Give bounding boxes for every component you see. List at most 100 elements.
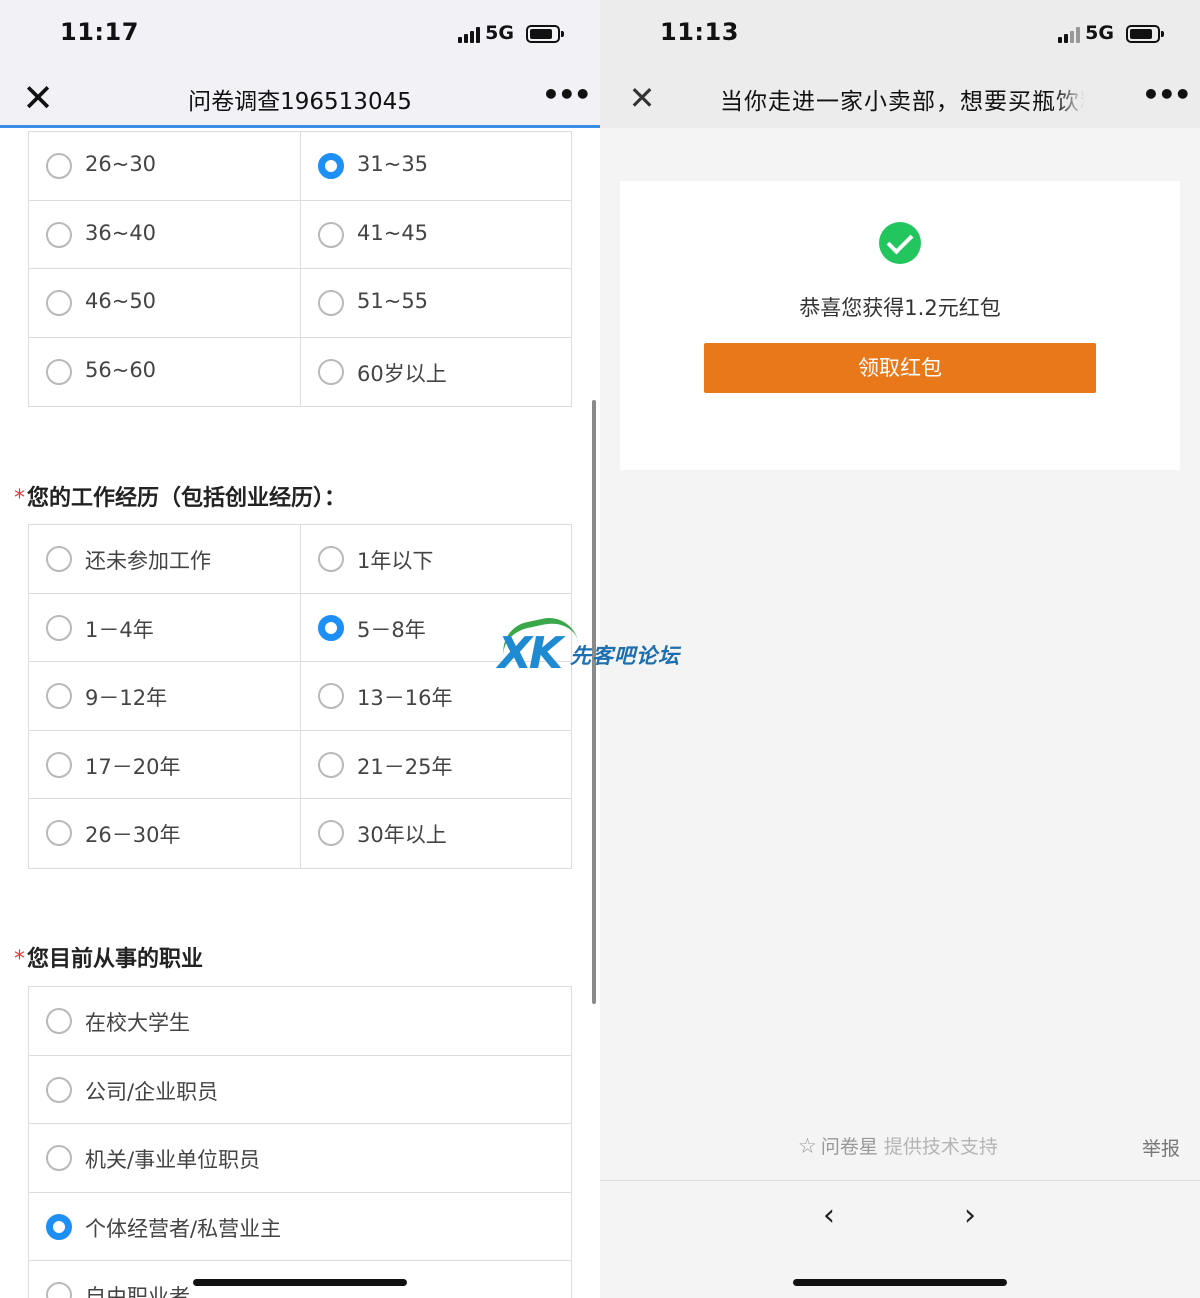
option-label: 21－25年: [357, 754, 453, 779]
radio-unchecked-icon[interactable]: [46, 683, 72, 709]
option-label: 5－8年: [357, 617, 426, 642]
radio-checked-icon[interactable]: [46, 1213, 72, 1240]
forward-arrow-icon[interactable]: ›: [950, 1196, 990, 1236]
back-arrow-icon[interactable]: ‹: [809, 1196, 849, 1236]
radio-option[interactable]: 在校大学生: [29, 987, 571, 1056]
radio-unchecked-icon[interactable]: [318, 290, 344, 316]
page-title: 当你走进一家小卖部，想要买瓶饮料: [720, 82, 1085, 116]
radio-option[interactable]: 17－20年: [29, 731, 300, 799]
radio-option[interactable]: 26－30年: [29, 799, 300, 868]
radio-unchecked-icon[interactable]: [318, 751, 344, 778]
radio-option[interactable]: 30年以上: [300, 799, 571, 868]
nav-bar: ✕ 当你走进一家小卖部，想要买瓶饮料 •••: [600, 68, 1200, 128]
brand-credit[interactable]: ☆ 问卷星 提供技术支持: [798, 1132, 998, 1159]
status-bar: 11:13 5G: [600, 0, 1200, 68]
status-bar: 11:17 5G: [0, 0, 600, 68]
age-option-grid: 26~30 31~35 36~40 41~45 46~50 51~55 56~60 60岁以上: [28, 131, 572, 407]
radio-unchecked-icon[interactable]: [46, 751, 72, 778]
required-mark: *: [14, 486, 25, 511]
page-title-text: 当你走进一家小卖部，想要买瓶饮料: [720, 89, 1085, 115]
close-icon[interactable]: ✕: [18, 78, 58, 118]
radio-checked-icon[interactable]: [318, 614, 344, 641]
radio-unchecked-icon[interactable]: [318, 221, 344, 248]
nav-bar: ✕ 问卷调查196513045 •••: [0, 68, 600, 128]
status-time: 11:17: [60, 18, 139, 46]
star-icon: ☆: [798, 1134, 817, 1158]
radio-option[interactable]: 机关/事业单位职员: [29, 1124, 571, 1193]
option-label: 30年以上: [357, 823, 447, 847]
radio-unchecked-icon[interactable]: [318, 683, 344, 709]
claim-red-packet-button[interactable]: 领取红包: [704, 343, 1096, 393]
signal-icon: [1058, 27, 1086, 43]
more-icon[interactable]: •••: [1142, 78, 1192, 118]
option-label: 17－20年: [85, 754, 181, 779]
radio-unchecked-icon[interactable]: [46, 614, 72, 641]
radio-unchecked-icon[interactable]: [46, 1008, 72, 1034]
option-label: 46~50: [85, 289, 157, 313]
radio-unchecked-icon[interactable]: [46, 820, 72, 846]
question-text: 您的工作经历（包括创业经历）：: [27, 486, 347, 511]
radio-option[interactable]: 21－25年: [300, 730, 571, 799]
option-label: 31~35: [357, 152, 429, 176]
question-title-job: *您目前从事的职业: [14, 941, 203, 973]
radio-option[interactable]: 46~50: [29, 269, 300, 338]
option-label: 9－12年: [85, 686, 168, 710]
report-link[interactable]: 举报: [1142, 1134, 1180, 1161]
network-label: 5G: [1085, 22, 1114, 44]
option-label: 60岁以上: [357, 361, 447, 386]
support-text: 提供技术支持: [883, 1136, 998, 1158]
more-icon[interactable]: •••: [542, 78, 592, 118]
radio-option[interactable]: 56~60: [29, 338, 300, 407]
radio-unchecked-icon[interactable]: [46, 1282, 72, 1298]
radio-option[interactable]: 1年以下: [300, 525, 571, 594]
watermark-logo: XK 先客吧论坛: [497, 612, 708, 680]
radio-option[interactable]: 公司/企业职员: [29, 1056, 571, 1124]
job-option-list: 在校大学生公司/企业职员机关/事业单位职员个体经营者/私营业主自由职业者: [28, 986, 572, 1298]
option-label: 26－30年: [85, 823, 181, 847]
option-label: 还未参加工作: [85, 549, 211, 573]
signal-icon: [458, 27, 486, 43]
radio-unchecked-icon[interactable]: [46, 358, 72, 385]
option-label: 在校大学生: [85, 1011, 190, 1035]
scrollbar[interactable]: [592, 400, 596, 1004]
radio-unchecked-icon[interactable]: [318, 358, 344, 385]
radio-option[interactable]: 个体经营者/私营业主: [29, 1193, 571, 1261]
option-label: 个体经营者/私营业主: [85, 1216, 282, 1241]
radio-checked-icon[interactable]: [318, 153, 344, 179]
radio-option[interactable]: 还未参加工作: [29, 525, 300, 594]
radio-option[interactable]: 26~30: [29, 132, 300, 201]
required-mark: *: [14, 947, 25, 972]
radio-option[interactable]: 31~35: [300, 132, 571, 201]
close-icon[interactable]: ✕: [622, 78, 662, 118]
radio-option[interactable]: 1－4年: [29, 594, 300, 662]
radio-unchecked-icon[interactable]: [46, 1076, 72, 1103]
question-title-work: *您的工作经历（包括创业经历）：: [14, 480, 346, 512]
question-text: 您目前从事的职业: [27, 947, 204, 972]
radio-unchecked-icon[interactable]: [318, 820, 344, 846]
radio-option[interactable]: 41~45: [300, 200, 571, 269]
radio-unchecked-icon[interactable]: [46, 221, 72, 248]
radio-unchecked-icon[interactable]: [46, 546, 72, 572]
battery-icon: [526, 25, 564, 43]
radio-unchecked-icon[interactable]: [46, 1145, 72, 1171]
radio-option[interactable]: 51~55: [300, 269, 571, 338]
success-check-icon: [879, 222, 921, 264]
battery-icon: [1126, 25, 1164, 43]
option-label: 36~40: [85, 220, 157, 245]
radio-unchecked-icon[interactable]: [46, 290, 72, 316]
radio-option[interactable]: 9－12年: [29, 662, 300, 731]
radio-unchecked-icon[interactable]: [46, 153, 72, 179]
reward-message: 恭喜您获得1.2元红包: [799, 296, 1001, 320]
home-indicator: [193, 1279, 407, 1286]
brand-name: 问卷星: [820, 1136, 878, 1158]
footer: ☆ 问卷星 提供技术支持 举报: [600, 1120, 1200, 1172]
radio-option[interactable]: 60岁以上: [300, 337, 571, 406]
option-label: 51~55: [357, 289, 429, 313]
option-label: 公司/企业职员: [85, 1079, 219, 1104]
watermark-logo-mark: XK: [498, 628, 563, 679]
radio-unchecked-icon[interactable]: [318, 546, 344, 572]
option-label: 1年以下: [357, 549, 434, 573]
radio-option[interactable]: 36~40: [29, 201, 300, 269]
option-label: 13－16年: [357, 686, 453, 710]
option-label: 自由职业者: [85, 1285, 190, 1298]
